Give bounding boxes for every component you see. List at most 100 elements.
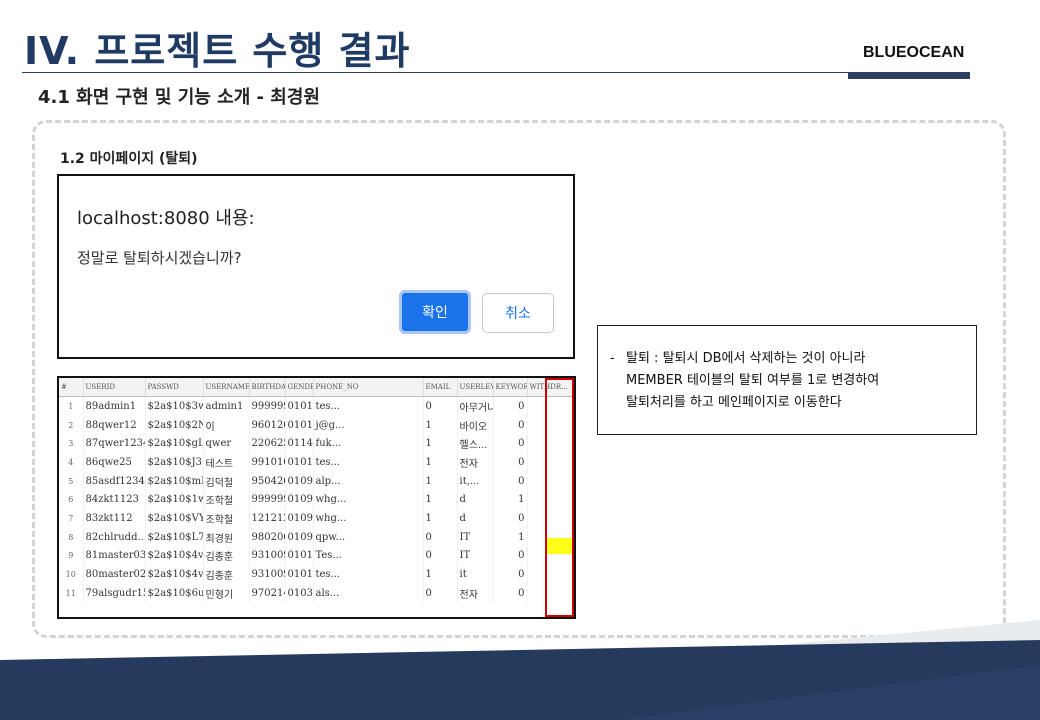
row-number: 7 xyxy=(59,509,84,528)
table-cell: 86qwe25 xyxy=(83,453,146,472)
table-cell: $2a$10$J3... xyxy=(145,453,204,472)
table-cell: 0 xyxy=(493,434,528,454)
table-cell: 991010M xyxy=(249,453,286,472)
table-cell: 01030209437 xyxy=(285,583,314,603)
table-cell: $2a$10$L7... xyxy=(145,527,204,547)
row-number: 3 xyxy=(59,434,84,454)
table-cell: 0 xyxy=(493,415,528,435)
table-cell: 1 xyxy=(423,434,458,454)
table-column-header: USERID xyxy=(83,378,146,397)
table-row: 1179alsgudr150$2a$10$6u...민형기970214M0103… xyxy=(59,583,574,603)
table-cell: 최경원 xyxy=(203,527,250,547)
table-cell: 전자 xyxy=(457,453,494,472)
table-cell: 970214M xyxy=(249,583,286,603)
table-cell: 0 xyxy=(493,471,528,491)
table-cell: 80master02 xyxy=(83,565,146,584)
table-row: 684zkt1123$2a$10$1w...조학철999999M01099999… xyxy=(59,490,574,510)
table-cell: admin1 xyxy=(203,396,250,416)
table-cell: 931009M xyxy=(249,546,286,566)
header-divider-accent xyxy=(848,72,970,79)
table-cell: 전자 xyxy=(457,583,494,603)
table-cell: tes... xyxy=(313,565,424,584)
table-cell: 1 xyxy=(423,415,458,435)
row-number: 6 xyxy=(59,490,84,510)
table-cell: 931009M xyxy=(249,565,286,584)
table-cell: 01012345678 xyxy=(285,415,314,435)
table-cell: 01011111111 xyxy=(285,453,314,472)
table-cell: 950426M xyxy=(249,471,286,491)
table-cell: 아무거나 xyxy=(457,396,494,416)
table-cell: als... xyxy=(313,583,424,603)
table-row: 387qwer1234$2a$10$gL...qwer220625F011444… xyxy=(59,434,574,454)
dialog-message: 정말로 탈퇴하시겠습니까? xyxy=(77,249,242,267)
table-cell: $2a$10$mN... xyxy=(145,471,204,491)
row-number: 9 xyxy=(59,546,84,566)
page-title: IV. 프로젝트 수행 결과 xyxy=(24,29,411,73)
table-row: 1080master02$2a$10$4v...김종훈931009M010111… xyxy=(59,565,574,584)
table-column-header: USERLEVEL xyxy=(457,378,494,397)
table-column-header: BIRTHDAY xyxy=(249,378,286,397)
table-cell: 87qwer1234 xyxy=(83,434,146,454)
footer-decoration xyxy=(0,620,1040,720)
header-divider xyxy=(22,72,970,73)
table-cell: tes... xyxy=(313,453,424,472)
table-cell: 220625F xyxy=(249,434,286,454)
row-number: 11 xyxy=(59,583,84,603)
table-cell: 0 xyxy=(493,509,528,528)
table-cell: 999999M xyxy=(249,396,286,416)
table-cell: tes... xyxy=(313,396,424,416)
table-row: 189admin1$2a$10$3w...admin1999999M010111… xyxy=(59,396,574,416)
table-cell: Tes... xyxy=(313,546,424,566)
table-cell: 01011112222 xyxy=(285,546,314,566)
table-row: 288qwer12$2a$10$2N...이960120M01012345678… xyxy=(59,415,574,435)
table-cell: 1 xyxy=(423,490,458,510)
confirm-dialog-screenshot: localhost:8080 내용: 정말로 탈퇴하시겠습니까? 확인 취소 xyxy=(57,174,575,359)
table-cell: $2a$10$4v... xyxy=(145,546,204,566)
table-cell: 960120M xyxy=(249,415,286,435)
row-number: 8 xyxy=(59,527,84,547)
table-cell: 김종훈 xyxy=(203,565,250,584)
table-cell: 84zkt1123 xyxy=(83,490,146,510)
table-cell: j@g... xyxy=(313,415,424,435)
table-cell: 85asdf1234 xyxy=(83,471,146,491)
table-cell: 01098384485 xyxy=(285,471,314,491)
member-table: #USERIDPASSWDUSERNAMEBIRTHDAYGENDERPHONE… xyxy=(59,378,574,603)
explanation-box: - 탈퇴 : 탈퇴시 DB에서 삭제하는 것이 아니라 MEMBER 테이블의 탈… xyxy=(597,325,977,435)
table-cell: $2a$10$4v... xyxy=(145,565,204,584)
table-cell: 1 xyxy=(423,471,458,491)
table-cell: $2a$10$3w... xyxy=(145,396,204,416)
table-cell: $2a$10$gL... xyxy=(145,434,204,454)
table-cell: $2a$10$2N... xyxy=(145,415,204,435)
table-cell: 헬스... xyxy=(457,434,494,454)
section-label: 1.2 마이페이지 (탈퇴) xyxy=(60,151,198,167)
confirm-ok-button[interactable]: 확인 xyxy=(399,290,471,334)
table-row: 882chlrudd...$2a$10$L7...최경원980206M01093… xyxy=(59,527,574,547)
table-cell: 1 xyxy=(423,509,458,528)
table-column-header: KEYWORD xyxy=(493,378,528,397)
table-cell: 김덕철 xyxy=(203,471,250,491)
note-line-1: 탈퇴 : 탈퇴시 DB에서 삭제하는 것이 아니라 xyxy=(626,351,866,366)
table-column-header: WITHDR... xyxy=(527,378,574,397)
table-column-header: GENDER xyxy=(285,378,314,397)
table-column-header: EMAIL xyxy=(423,378,458,397)
table-cell: 01093302341 xyxy=(285,527,314,547)
table-cell: 바이오 xyxy=(457,415,494,435)
table-column-header: # xyxy=(59,378,84,397)
table-cell: 0 xyxy=(423,583,458,603)
table-cell: 1 xyxy=(423,453,458,472)
table-cell: $2a$10$VY... xyxy=(145,509,204,528)
table-cell: 121212M xyxy=(249,509,286,528)
table-column-header: PASSWD xyxy=(145,378,204,397)
table-cell: 0 xyxy=(423,546,458,566)
table-cell: 01099999999 xyxy=(285,509,314,528)
brand-logo-text: BLUEOCEAN xyxy=(863,44,965,61)
table-cell: 01011112222 xyxy=(285,565,314,584)
table-cell: 01144444444 xyxy=(285,434,314,454)
confirm-cancel-button[interactable]: 취소 xyxy=(482,293,554,333)
row-number: 1 xyxy=(59,396,84,416)
page-subtitle: 4.1 화면 구현 및 기능 소개 - 최경원 xyxy=(38,87,320,108)
table-cell: 0 xyxy=(493,453,528,472)
table-cell: 999999M xyxy=(249,490,286,510)
table-cell: d xyxy=(457,509,494,528)
table-cell: 81master03 xyxy=(83,546,146,566)
